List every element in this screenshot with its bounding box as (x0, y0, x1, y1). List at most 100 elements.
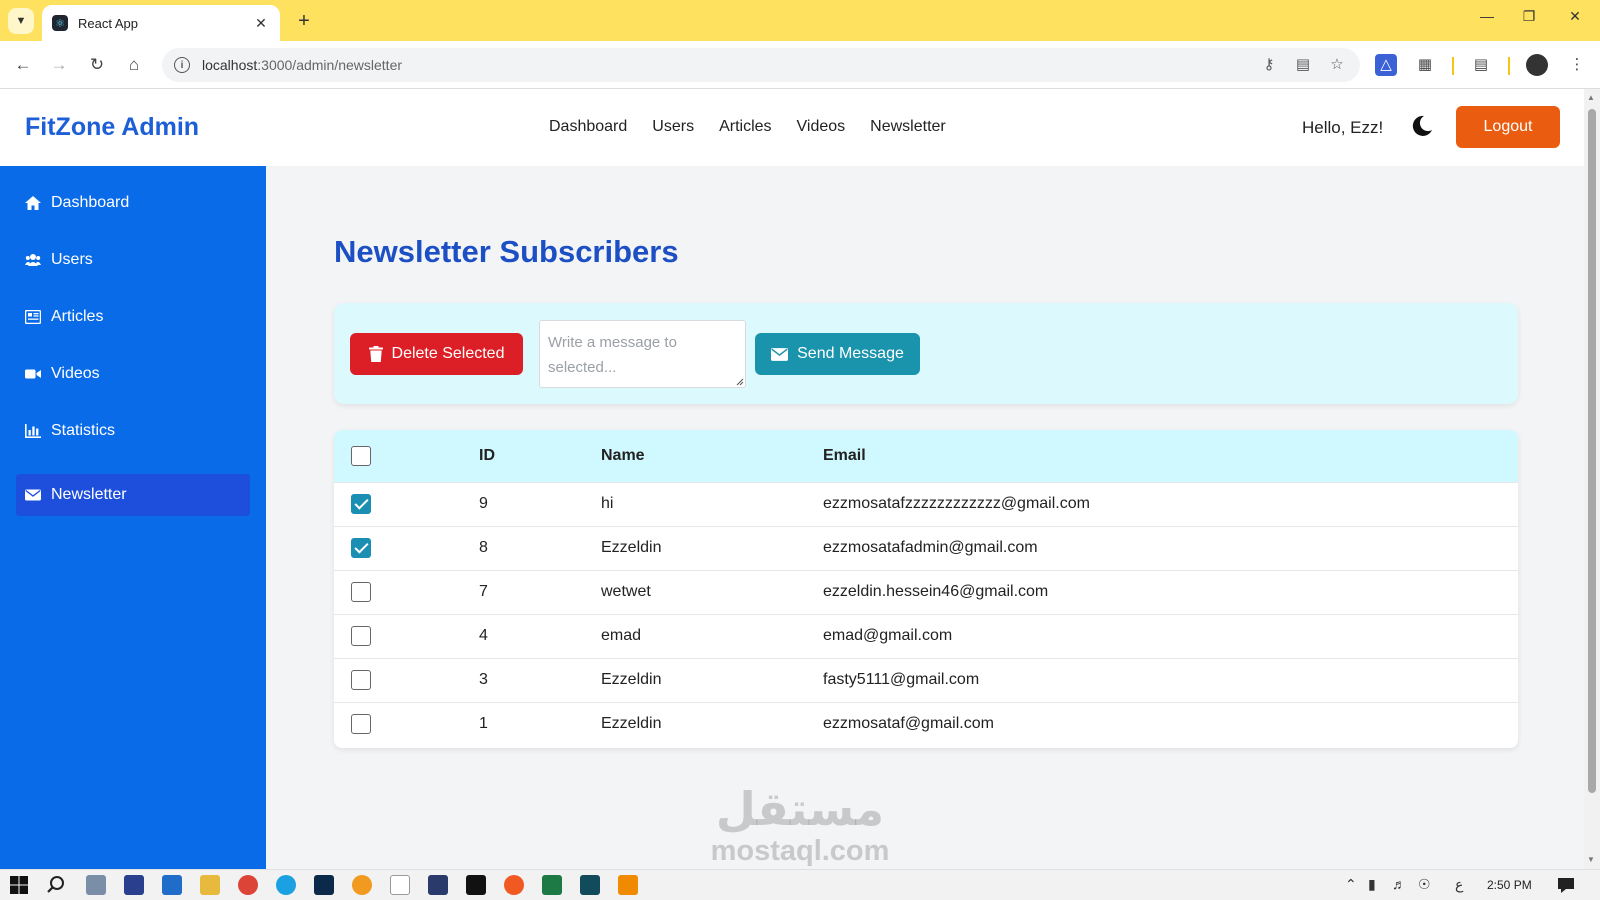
profile-avatar-icon[interactable] (1526, 54, 1548, 76)
postman-icon[interactable] (504, 875, 524, 895)
address-bar[interactable]: i localhost:3000/admin/newsletter ⚷ ▤ ☆ (162, 48, 1360, 82)
extension-translate-icon[interactable]: △ (1375, 54, 1397, 76)
cell-id: 8 (479, 539, 488, 556)
excel-icon[interactable] (542, 875, 562, 895)
row-checkbox[interactable] (351, 538, 371, 558)
forward-arrow-icon[interactable]: → (47, 53, 71, 77)
table-row[interactable]: 7 wetwet ezzeldin.hessein46@gmail.com (334, 570, 1518, 614)
mail-icon[interactable] (162, 875, 182, 895)
delete-selected-label: Delete Selected (391, 345, 505, 362)
home-icon[interactable]: ⌂ (122, 53, 146, 77)
delete-selected-button[interactable]: Delete Selected (350, 333, 523, 375)
sidebar-item-dashboard[interactable]: Dashboard (16, 182, 250, 224)
back-arrow-icon[interactable]: ← (11, 53, 35, 77)
app-icon[interactable] (86, 875, 106, 895)
cell-name: Ezzeldin (601, 671, 662, 688)
scroll-down-arrow-icon[interactable]: ▼ (1587, 855, 1595, 864)
sidebar-item-videos[interactable]: Videos (16, 353, 250, 395)
table-row[interactable]: 4 emad emad@gmail.com (334, 614, 1518, 658)
tab-search-chevron-icon[interactable]: ▼ (8, 8, 34, 34)
close-window-icon[interactable]: ✕ (1560, 8, 1590, 25)
app-icon[interactable] (428, 875, 448, 895)
search-icon[interactable] (46, 875, 66, 895)
brand-logo[interactable]: FitZone Admin (25, 113, 199, 142)
app-icon[interactable] (352, 875, 372, 895)
column-header-name[interactable]: Name (601, 430, 823, 482)
column-header-id[interactable]: ID (479, 430, 601, 482)
react-favicon-icon: ⚛ (52, 15, 68, 31)
table-row[interactable]: 8 Ezzeldin ezzmosatafadmin@gmail.com (334, 526, 1518, 570)
volume-icon[interactable]: ♬ (1392, 876, 1406, 892)
tab-close-icon[interactable]: ✕ (252, 15, 270, 32)
toolbar-separator (1508, 57, 1510, 75)
store-icon[interactable] (124, 875, 144, 895)
send-message-button[interactable]: Send Message (755, 333, 920, 375)
textarea-resize-grip-icon[interactable] (736, 378, 744, 386)
browser-tab[interactable]: ⚛ React App ✕ (42, 5, 280, 41)
sidebar-item-users[interactable]: Users (16, 239, 250, 281)
row-checkbox[interactable] (351, 494, 371, 514)
taskbar-clock[interactable]: 2:50 PM (1487, 878, 1532, 892)
vlc-icon[interactable] (618, 875, 638, 895)
topnav-dashboard[interactable]: Dashboard (549, 118, 627, 136)
file-explorer-icon[interactable] (200, 875, 220, 895)
top-nav: Dashboard Users Articles Videos Newslett… (549, 118, 946, 136)
scrollbar-thumb[interactable] (1588, 109, 1596, 793)
select-all-checkbox[interactable] (351, 445, 371, 466)
table-row[interactable]: 9 hi ezzmosatafzzzzzzzzzzzz@gmail.com (334, 482, 1518, 526)
message-textarea[interactable] (539, 320, 746, 388)
extensions-puzzle-icon[interactable]: ▦ (1414, 54, 1436, 76)
topnav-newsletter[interactable]: Newsletter (870, 118, 946, 136)
scroll-up-arrow-icon[interactable]: ▲ (1587, 93, 1595, 102)
browser-menu-icon[interactable]: ⋮ (1566, 54, 1588, 76)
watermark-arabic: مستقل (715, 782, 885, 836)
bar-chart-icon (25, 424, 41, 438)
reload-icon[interactable]: ↻ (85, 53, 109, 77)
windows-start-icon[interactable] (9, 875, 29, 895)
site-info-icon[interactable]: i (174, 57, 190, 73)
input-language[interactable]: ع (1455, 876, 1463, 893)
minimize-window-icon[interactable]: — (1472, 8, 1502, 24)
column-header-email[interactable]: Email (823, 430, 1518, 482)
topnav-articles[interactable]: Articles (719, 118, 771, 136)
table-row[interactable]: 3 Ezzeldin fasty5111@gmail.com (334, 658, 1518, 702)
page-title: Newsletter Subscribers (334, 234, 679, 269)
url-path: :3000/admin/newsletter (257, 57, 403, 73)
notifications-icon[interactable] (1556, 875, 1576, 895)
row-checkbox[interactable] (351, 670, 371, 690)
table-row[interactable]: 1 Ezzeldin ezzmosataf@gmail.com (334, 702, 1518, 746)
page-scrollbar[interactable]: ▲ ▼ (1584, 89, 1600, 869)
restore-window-icon[interactable]: ❐ (1514, 8, 1544, 25)
app-icon[interactable] (466, 875, 486, 895)
sidebar-item-statistics[interactable]: Statistics (16, 410, 250, 452)
cell-name: emad (601, 627, 642, 644)
logout-button[interactable]: Logout (1456, 106, 1560, 148)
sidebar-item-articles[interactable]: Articles (16, 296, 250, 338)
password-key-icon[interactable]: ⚷ (1258, 54, 1280, 76)
row-checkbox[interactable] (351, 714, 371, 735)
dark-mode-moon-icon[interactable] (1410, 114, 1434, 138)
app-icon[interactable] (580, 875, 600, 895)
newspaper-icon (25, 310, 41, 324)
topnav-videos[interactable]: Videos (797, 118, 846, 136)
battery-icon[interactable]: ▮ (1368, 876, 1376, 893)
tray-chevron-up-icon[interactable]: ⌃ (1345, 876, 1357, 893)
tab-title: React App (78, 15, 138, 31)
install-app-icon[interactable]: ▤ (1292, 54, 1314, 76)
cell-email: fasty5111@gmail.com (823, 671, 980, 688)
row-checkbox[interactable] (351, 626, 371, 646)
cell-id: 3 (479, 671, 488, 688)
edge-icon[interactable] (276, 875, 296, 895)
globe-network-icon[interactable]: ☉ (1418, 876, 1431, 893)
sidebar-item-newsletter[interactable]: Newsletter (16, 474, 250, 516)
photoshop-icon[interactable] (314, 875, 334, 895)
new-tab-plus-icon[interactable]: + (292, 9, 316, 33)
reading-list-icon[interactable]: ▤ (1470, 54, 1492, 76)
row-checkbox[interactable] (351, 582, 371, 602)
notepad-icon[interactable] (390, 875, 410, 895)
bookmark-star-icon[interactable]: ☆ (1326, 54, 1348, 76)
topnav-users[interactable]: Users (652, 118, 694, 136)
chrome-icon[interactable] (238, 875, 258, 895)
cell-email: ezzmosatafzzzzzzzzzzzz@gmail.com (823, 495, 1090, 512)
cell-id: 4 (479, 627, 488, 644)
